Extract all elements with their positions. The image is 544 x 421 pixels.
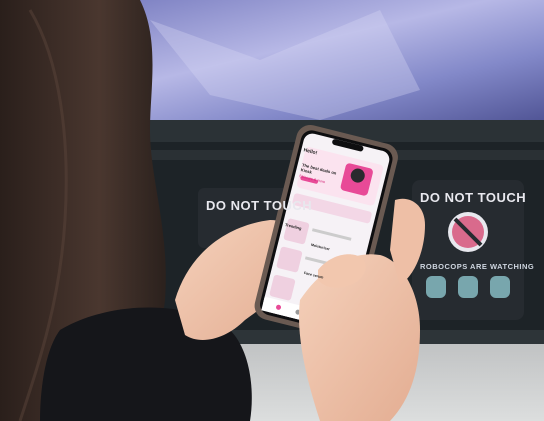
app-title: Hello! xyxy=(302,147,318,157)
section-title: Trending xyxy=(284,221,303,231)
list-item: Face serum xyxy=(303,270,324,280)
sign-right-bottom-text: ROBOCOPS ARE WATCHING xyxy=(420,262,535,271)
sign-left-text: DO NOT TOUCH xyxy=(206,198,313,213)
sign-right-top-text: DO NOT TOUCH xyxy=(420,190,527,205)
robocop-faces xyxy=(426,276,510,298)
list-item: Moisturiser xyxy=(310,242,331,252)
